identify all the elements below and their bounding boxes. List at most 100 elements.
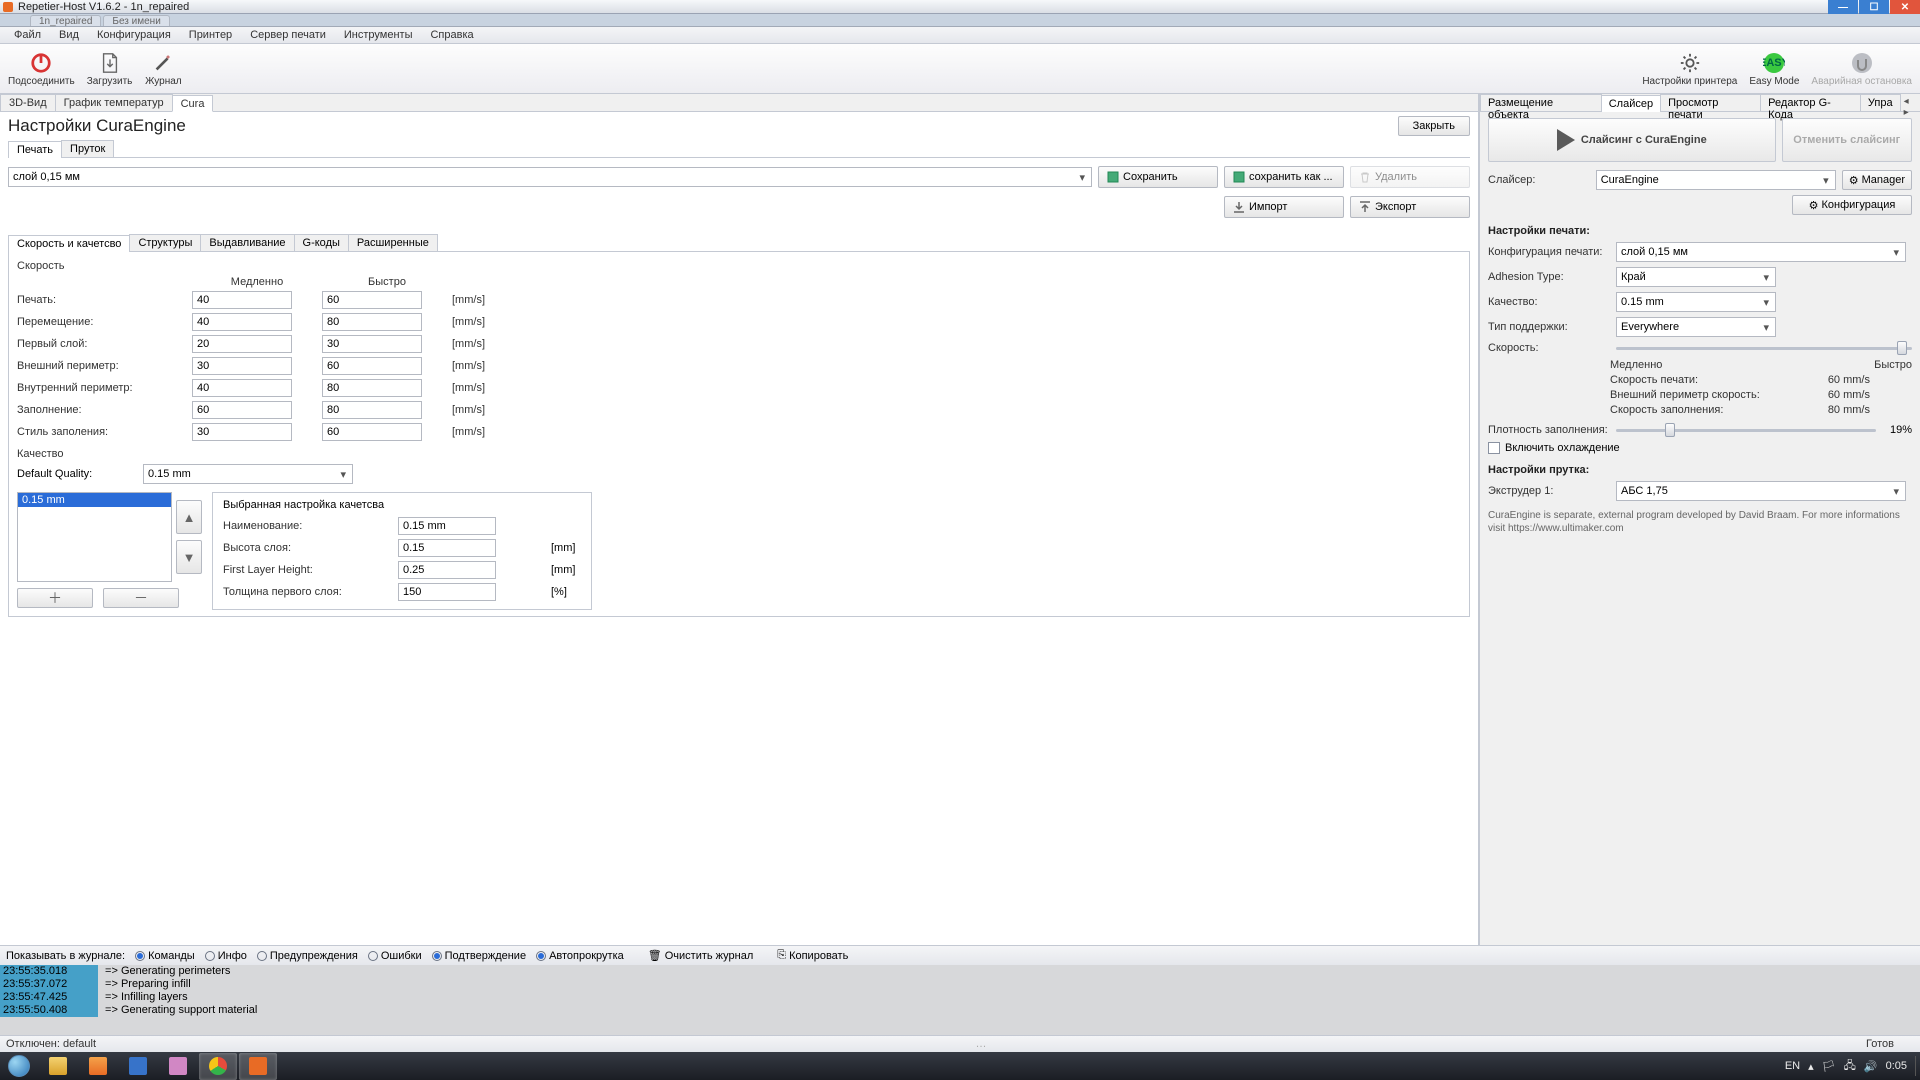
itab-structures[interactable]: Структуры xyxy=(129,234,201,251)
menu-tools[interactable]: Инструменты xyxy=(336,27,421,43)
console[interactable]: 23:55:35.018 => Generating perimeters23:… xyxy=(0,965,1920,1035)
speed-fast-input[interactable] xyxy=(322,335,422,353)
taskbar-app1[interactable] xyxy=(119,1053,157,1080)
tab-filament[interactable]: Пруток xyxy=(61,140,114,157)
manager-button[interactable]: ⚙ Manager xyxy=(1842,170,1912,190)
tray-flag-icon[interactable]: 🏳 xyxy=(1822,1060,1836,1073)
itab-speed-quality[interactable]: Скорость и качетсво xyxy=(8,235,130,252)
tray-up-icon[interactable]: ▴ xyxy=(1808,1060,1814,1073)
speed-fast-input[interactable] xyxy=(322,379,422,397)
printer-settings-button[interactable]: Настройки принтера xyxy=(1636,49,1743,89)
journal-opt-warnings[interactable]: Предупреждения xyxy=(257,950,358,962)
window-minimize-button[interactable]: — xyxy=(1828,0,1858,14)
tab-temp-graph[interactable]: График температур xyxy=(55,94,173,111)
profile-select[interactable]: слой 0,15 мм xyxy=(8,167,1092,187)
default-quality-select[interactable]: 0.15 mm xyxy=(143,464,353,484)
speed-slow-input[interactable] xyxy=(192,313,292,331)
connect-button[interactable]: Подсоединить xyxy=(2,49,81,89)
taskbar-explorer[interactable] xyxy=(39,1053,77,1080)
save-button[interactable]: Сохранить xyxy=(1098,166,1218,188)
bg-tab[interactable]: Без имени xyxy=(103,15,169,26)
speed-fast-input[interactable] xyxy=(322,423,422,441)
tray-lang[interactable]: EN xyxy=(1785,1060,1800,1072)
delete-button[interactable]: Удалить xyxy=(1350,166,1470,188)
cooling-checkbox-row[interactable]: Включить охлаждение xyxy=(1488,442,1912,454)
log-button[interactable]: Журнал xyxy=(138,49,188,89)
config-button[interactable]: ⚙ Конфигурация xyxy=(1792,195,1912,215)
itab-gcodes[interactable]: G-коды xyxy=(294,234,349,251)
quality-select[interactable]: 0.15 mm xyxy=(1616,292,1776,312)
speed-fast-input[interactable] xyxy=(322,401,422,419)
rtab-manual[interactable]: Упра xyxy=(1860,94,1901,111)
adhesion-select[interactable]: Край xyxy=(1616,267,1776,287)
rtab-slicer[interactable]: Слайсер xyxy=(1601,95,1661,112)
rtab-gcode-editor[interactable]: Редактор G-Кода xyxy=(1760,94,1861,111)
support-select[interactable]: Everywhere xyxy=(1616,317,1776,337)
speed-fast-input[interactable] xyxy=(322,313,422,331)
speed-slow-input[interactable] xyxy=(192,357,292,375)
tab-3d-view[interactable]: 3D-Вид xyxy=(0,94,56,111)
journal-clear-button[interactable]: 🗑Очистить журнал xyxy=(648,949,754,962)
menu-printer[interactable]: Принтер xyxy=(181,27,240,43)
menu-help[interactable]: Справка xyxy=(422,27,481,43)
start-button[interactable] xyxy=(0,1052,38,1080)
speed-slow-input[interactable] xyxy=(192,291,292,309)
speed-slow-input[interactable] xyxy=(192,379,292,397)
taskbar-chrome[interactable] xyxy=(199,1053,237,1080)
journal-opt-commands[interactable]: Команды xyxy=(135,950,195,962)
info-outer-speed-value: 60 mm/s xyxy=(1828,389,1870,404)
density-slider[interactable] xyxy=(1616,429,1876,432)
tab-cura[interactable]: Cura xyxy=(172,95,214,112)
extruder-select[interactable]: АБС 1,75 xyxy=(1616,481,1906,501)
slicer-select[interactable]: CuraEngine xyxy=(1596,170,1836,190)
remove-quality-button[interactable]: － xyxy=(103,588,179,608)
save-as-button[interactable]: сохранить как ... xyxy=(1224,166,1344,188)
export-button[interactable]: Экспорт xyxy=(1350,196,1470,218)
journal-opt-errors[interactable]: Ошибки xyxy=(368,950,422,962)
menu-file[interactable]: Файл xyxy=(6,27,49,43)
menu-view[interactable]: Вид xyxy=(51,27,87,43)
speed-slow-input[interactable] xyxy=(192,401,292,419)
menu-config[interactable]: Конфигурация xyxy=(89,27,179,43)
menu-print-server[interactable]: Сервер печати xyxy=(242,27,334,43)
speed-fast-input[interactable] xyxy=(322,291,422,309)
import-button[interactable]: Импорт xyxy=(1224,196,1344,218)
layer-height-input[interactable] xyxy=(398,539,496,557)
first-layer-height-input[interactable] xyxy=(398,561,496,579)
itab-extrusion[interactable]: Выдавливание xyxy=(200,234,294,251)
print-config-select[interactable]: слой 0,15 мм xyxy=(1616,242,1906,262)
cancel-slice-button[interactable]: Отменить слайсинг xyxy=(1782,118,1912,162)
window-close-button[interactable]: ✕ xyxy=(1890,0,1920,14)
tray-volume-icon[interactable]: 🔊 xyxy=(1864,1060,1878,1073)
move-up-button[interactable]: ▲ xyxy=(176,500,202,534)
quality-list-item[interactable]: 0.15 mm xyxy=(18,493,171,507)
taskbar-repetier[interactable] xyxy=(239,1053,277,1080)
journal-opt-ack[interactable]: Подтверждение xyxy=(432,950,526,962)
itab-advanced[interactable]: Расширенные xyxy=(348,234,438,251)
rtab-preview[interactable]: Просмотр печати xyxy=(1660,94,1761,111)
move-down-button[interactable]: ▼ xyxy=(176,540,202,574)
journal-opt-autoscroll[interactable]: Автопрокрутка xyxy=(536,950,624,962)
tray-network-icon[interactable]: 🖧 xyxy=(1844,1057,1856,1076)
speed-slow-input[interactable] xyxy=(192,423,292,441)
quality-list[interactable]: 0.15 mm xyxy=(17,492,172,582)
bg-tab[interactable]: 1n_repaired xyxy=(30,15,101,26)
journal-copy-button[interactable]: ⎘Копировать xyxy=(777,949,848,962)
rtab-placement[interactable]: Размещение объекта xyxy=(1480,94,1602,111)
slice-button[interactable]: Слайсинг с CuraEngine xyxy=(1488,118,1776,162)
journal-opt-info[interactable]: Инфо xyxy=(205,950,247,962)
load-button[interactable]: Загрузить xyxy=(81,49,139,89)
speed-slider[interactable] xyxy=(1616,347,1912,350)
window-maximize-button[interactable]: ☐ xyxy=(1859,0,1889,14)
quality-name-input[interactable] xyxy=(398,517,496,535)
first-layer-thickness-input[interactable] xyxy=(398,583,496,601)
add-quality-button[interactable]: ＋ xyxy=(17,588,93,608)
close-button[interactable]: Закрыть xyxy=(1398,116,1470,136)
taskbar-vlc[interactable] xyxy=(79,1053,117,1080)
speed-fast-input[interactable] xyxy=(322,357,422,375)
emergency-stop-button[interactable]: Аварийная остановка xyxy=(1805,49,1918,89)
easy-mode-button[interactable]: EASY Easy Mode xyxy=(1743,49,1805,89)
taskbar-app2[interactable] xyxy=(159,1053,197,1080)
tab-print[interactable]: Печать xyxy=(8,141,62,158)
speed-slow-input[interactable] xyxy=(192,335,292,353)
